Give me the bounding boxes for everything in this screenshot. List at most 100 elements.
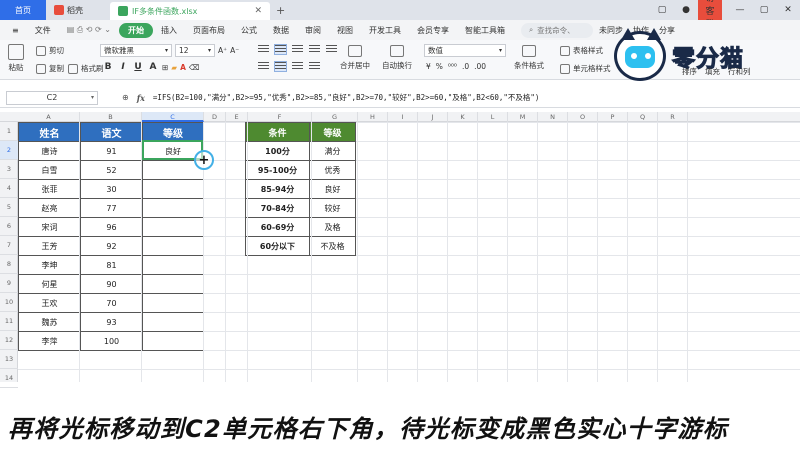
- table-cell[interactable]: 魏苏: [18, 312, 81, 332]
- table-cell[interactable]: 30: [80, 179, 143, 199]
- paste-button[interactable]: 粘贴: [8, 44, 24, 73]
- table-cell[interactable]: 王芳: [18, 236, 81, 256]
- underline-icon[interactable]: U: [132, 62, 144, 72]
- font-size-select[interactable]: 12 ▾: [175, 44, 215, 57]
- table-cell[interactable]: [142, 274, 204, 294]
- tab-file[interactable]: IF多条件函数.xlsx ✕: [110, 2, 270, 20]
- menu-review[interactable]: 审阅: [297, 25, 329, 36]
- table-cell[interactable]: 70-84分: [245, 198, 310, 218]
- table-cell[interactable]: 92: [80, 236, 143, 256]
- table-cell[interactable]: 60-69分: [245, 217, 310, 237]
- minimize-icon[interactable]: —: [728, 5, 752, 15]
- row-header-14[interactable]: 14: [0, 369, 18, 388]
- column-header-G[interactable]: G: [312, 112, 358, 122]
- column-header-I[interactable]: I: [388, 112, 418, 122]
- table-cell[interactable]: [142, 236, 204, 256]
- table-cell[interactable]: 李萍: [18, 331, 81, 351]
- column-header-B[interactable]: B: [80, 112, 142, 122]
- align-bottom-icon[interactable]: [292, 45, 303, 54]
- table-cell[interactable]: 唐诗: [18, 141, 81, 161]
- menu-member[interactable]: 会员专享: [409, 25, 457, 36]
- column-header-P[interactable]: P: [598, 112, 628, 122]
- close-window-icon[interactable]: ✕: [776, 5, 800, 15]
- conditional-format-button[interactable]: 条件格式: [514, 45, 544, 71]
- menu-insert[interactable]: 插入: [153, 25, 185, 36]
- table-cell[interactable]: 优秀: [309, 160, 356, 180]
- menu-start[interactable]: 开始: [118, 22, 153, 38]
- menu-data[interactable]: 数据: [265, 25, 297, 36]
- align-left-icon[interactable]: [258, 62, 269, 71]
- row-header-5[interactable]: 5: [0, 198, 18, 217]
- menu-icons[interactable]: ▤ ⎙ ⟲ ⟳ ⌄: [59, 25, 119, 35]
- row-header-11[interactable]: 11: [0, 312, 18, 331]
- menu-view[interactable]: 视图: [329, 25, 361, 36]
- fill-color-icon[interactable]: ▰: [171, 63, 177, 72]
- increase-decimal-icon[interactable]: .0: [462, 62, 469, 71]
- formula-input[interactable]: =IFS(B2=100,"满分",B2>=95,"优秀",B2>=85,"良好"…: [153, 92, 539, 103]
- table-cell[interactable]: 张菲: [18, 179, 81, 199]
- table-cell[interactable]: 条件: [245, 122, 310, 142]
- command-search-input[interactable]: ⌕ 查找命令、: [520, 22, 593, 38]
- table-cell[interactable]: [142, 217, 204, 237]
- cell-style-button[interactable]: 单元格样式: [560, 63, 611, 74]
- menu-formula[interactable]: 公式: [233, 25, 265, 36]
- table-cell[interactable]: 及格: [309, 217, 356, 237]
- table-cell[interactable]: 姓名: [18, 122, 81, 142]
- row-header-12[interactable]: 12: [0, 331, 18, 350]
- table-cell[interactable]: 满分: [309, 141, 356, 161]
- table-cell[interactable]: 宋词: [18, 217, 81, 237]
- row-header-8[interactable]: 8: [0, 255, 18, 274]
- close-tab-icon[interactable]: ✕: [254, 6, 262, 16]
- row-header-10[interactable]: 10: [0, 293, 18, 312]
- table-cell[interactable]: 85-94分: [245, 179, 310, 199]
- table-cell[interactable]: 较好: [309, 198, 356, 218]
- table-cell[interactable]: 91: [80, 141, 143, 161]
- column-header-N[interactable]: N: [538, 112, 568, 122]
- menu-hamburger-icon[interactable]: ≡: [4, 26, 27, 35]
- table-cell[interactable]: 70: [80, 293, 143, 313]
- align-top-icon[interactable]: [258, 45, 269, 54]
- italic-icon[interactable]: I: [117, 62, 129, 72]
- table-cell[interactable]: 王欢: [18, 293, 81, 313]
- strike-icon[interactable]: A: [147, 62, 159, 72]
- table-cell[interactable]: [142, 312, 204, 332]
- table-cell[interactable]: 良好: [309, 179, 356, 199]
- table-cell[interactable]: 52: [80, 160, 143, 180]
- table-style-button[interactable]: 表格样式: [560, 45, 603, 56]
- table-cell[interactable]: 60分以下: [245, 236, 310, 256]
- avatar[interactable]: ●: [674, 5, 698, 15]
- align-middle-icon[interactable]: [274, 44, 287, 55]
- table-cell[interactable]: 95-100分: [245, 160, 310, 180]
- table-cell[interactable]: 100分: [245, 141, 310, 161]
- cell-grid[interactable]: 姓名 语文 等级 唐诗 91 良好 白雪 52 张菲 30 赵亮 77 宋词 96 王芳 92 李坤 81 何星 90…: [18, 122, 800, 382]
- table-cell[interactable]: 不及格: [309, 236, 356, 256]
- justify-icon[interactable]: [309, 62, 320, 71]
- table-cell[interactable]: [142, 255, 204, 275]
- outdent-icon[interactable]: [326, 45, 337, 54]
- tab-home[interactable]: 首页: [0, 0, 46, 20]
- row-header-1[interactable]: 1: [0, 122, 18, 141]
- column-header-E[interactable]: E: [226, 112, 248, 122]
- row-header-6[interactable]: 6: [0, 217, 18, 236]
- table-cell[interactable]: [142, 293, 204, 313]
- font-name-select[interactable]: 微软雅黑 ▾: [100, 44, 172, 57]
- row-header-13[interactable]: 13: [0, 350, 18, 369]
- column-header-L[interactable]: L: [478, 112, 508, 122]
- grow-font-icon[interactable]: A⁺: [218, 46, 227, 55]
- bold-icon[interactable]: B: [102, 62, 114, 72]
- row-header-3[interactable]: 3: [0, 160, 18, 179]
- column-header-D[interactable]: D: [204, 112, 226, 122]
- cut-button[interactable]: 剪切: [36, 45, 64, 56]
- menu-developer[interactable]: 开发工具: [361, 25, 409, 36]
- font-color-icon[interactable]: A: [180, 63, 186, 72]
- column-header-Q[interactable]: Q: [628, 112, 658, 122]
- fx-icon[interactable]: fx: [137, 93, 145, 103]
- table-cell[interactable]: 77: [80, 198, 143, 218]
- table-cell[interactable]: 81: [80, 255, 143, 275]
- column-header-F[interactable]: F: [248, 112, 312, 122]
- border-icon[interactable]: ⊞: [162, 63, 168, 72]
- clear-icon[interactable]: ⌫: [189, 63, 200, 72]
- table-cell[interactable]: 96: [80, 217, 143, 237]
- column-header-H[interactable]: H: [358, 112, 388, 122]
- row-header-2[interactable]: 2: [0, 141, 18, 160]
